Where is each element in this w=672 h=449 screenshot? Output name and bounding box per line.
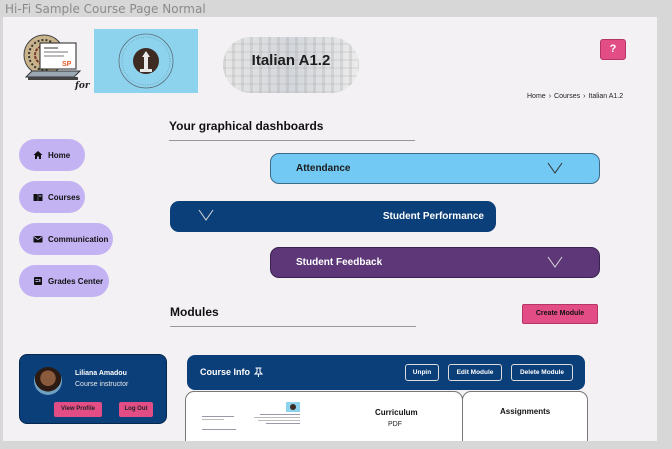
- breadcrumb-current: Italian A1.2: [588, 93, 624, 100]
- profile-card: Liliana Amadou Course instructor View Pr…: [19, 354, 167, 424]
- nav-communication-label: Communication: [48, 234, 109, 244]
- avatar[interactable]: [34, 367, 62, 395]
- university-logo: [94, 29, 198, 93]
- student-feedback-dashboard[interactable]: Student Feedback: [270, 247, 600, 278]
- frame-title: Hi-Fi Sample Course Page Normal: [5, 2, 206, 16]
- unpin-button[interactable]: Unpin: [405, 364, 439, 381]
- mail-icon: [33, 236, 43, 243]
- dashboards-divider: [169, 140, 415, 141]
- profile-role: Course instructor: [75, 381, 129, 388]
- course-banner: Italian A1.2: [223, 37, 359, 93]
- breadcrumb-courses[interactable]: Courses: [554, 93, 580, 100]
- help-button[interactable]: ?: [600, 39, 626, 60]
- dashboards-heading: Your graphical dashboards: [169, 119, 324, 133]
- create-module-button[interactable]: Create Module: [522, 304, 598, 324]
- student-feedback-label: Student Feedback: [296, 257, 383, 268]
- nav-grades-center-label: Grades Center: [48, 276, 104, 286]
- edit-module-button[interactable]: Edit Module: [448, 364, 502, 381]
- chevron-down-icon[interactable]: [547, 255, 563, 269]
- breadcrumb-separator: ›: [548, 93, 552, 100]
- student-performance-dashboard[interactable]: Student Performance: [170, 201, 496, 232]
- modules-divider: [170, 326, 416, 327]
- grades-icon: [34, 277, 42, 285]
- breadcrumb-separator: ›: [583, 93, 586, 100]
- course-info-title: Course Info: [200, 367, 251, 377]
- profile-name: Liliana Amadou: [75, 370, 127, 377]
- curriculum-title: Curriculum: [375, 408, 418, 417]
- for-label: for: [75, 81, 90, 91]
- student-performance-label: Student Performance: [382, 211, 484, 222]
- course-title: Italian A1.2: [251, 52, 331, 69]
- attendance-dashboard[interactable]: Attendance: [270, 153, 600, 184]
- assignments-panel[interactable]: Assignments: [462, 391, 588, 441]
- home-icon: [33, 151, 43, 159]
- chevron-down-icon[interactable]: [198, 208, 214, 222]
- university-seal-icon: [118, 33, 174, 89]
- curriculum-document-thumbnail[interactable]: [200, 400, 300, 430]
- nav-communication[interactable]: Communication: [19, 223, 113, 255]
- breadcrumb-home[interactable]: Home: [527, 93, 546, 100]
- sp-logo-text: SP: [62, 61, 72, 68]
- curriculum-format: PDF: [388, 421, 402, 428]
- course-page: SP for Italian A1.2 ? Home › Courses › I…: [3, 17, 657, 441]
- course-info-bar: Course Info Unpin Edit Module Delete Mod…: [187, 355, 585, 390]
- breadcrumb: Home › Courses › Italian A1.2: [527, 93, 623, 100]
- nav-grades-center[interactable]: Grades Center: [19, 265, 109, 297]
- nav-courses[interactable]: Courses: [19, 181, 85, 213]
- view-profile-button[interactable]: View Profile: [54, 402, 102, 417]
- delete-module-button[interactable]: Delete Module: [511, 364, 573, 381]
- nav-home[interactable]: Home: [19, 139, 85, 171]
- chevron-down-icon[interactable]: [547, 161, 563, 175]
- nav-home-label: Home: [48, 150, 71, 160]
- nav-courses-label: Courses: [48, 192, 81, 202]
- book-icon: [33, 194, 43, 201]
- logout-button[interactable]: Log Out: [119, 402, 153, 417]
- curriculum-panel[interactable]: Curriculum PDF: [185, 391, 463, 441]
- course-info-title-wrap: Course Info: [200, 367, 264, 377]
- pin-icon[interactable]: [254, 367, 264, 377]
- attendance-label: Attendance: [296, 163, 351, 174]
- modules-heading: Modules: [170, 305, 219, 319]
- assignments-title: Assignments: [500, 407, 551, 416]
